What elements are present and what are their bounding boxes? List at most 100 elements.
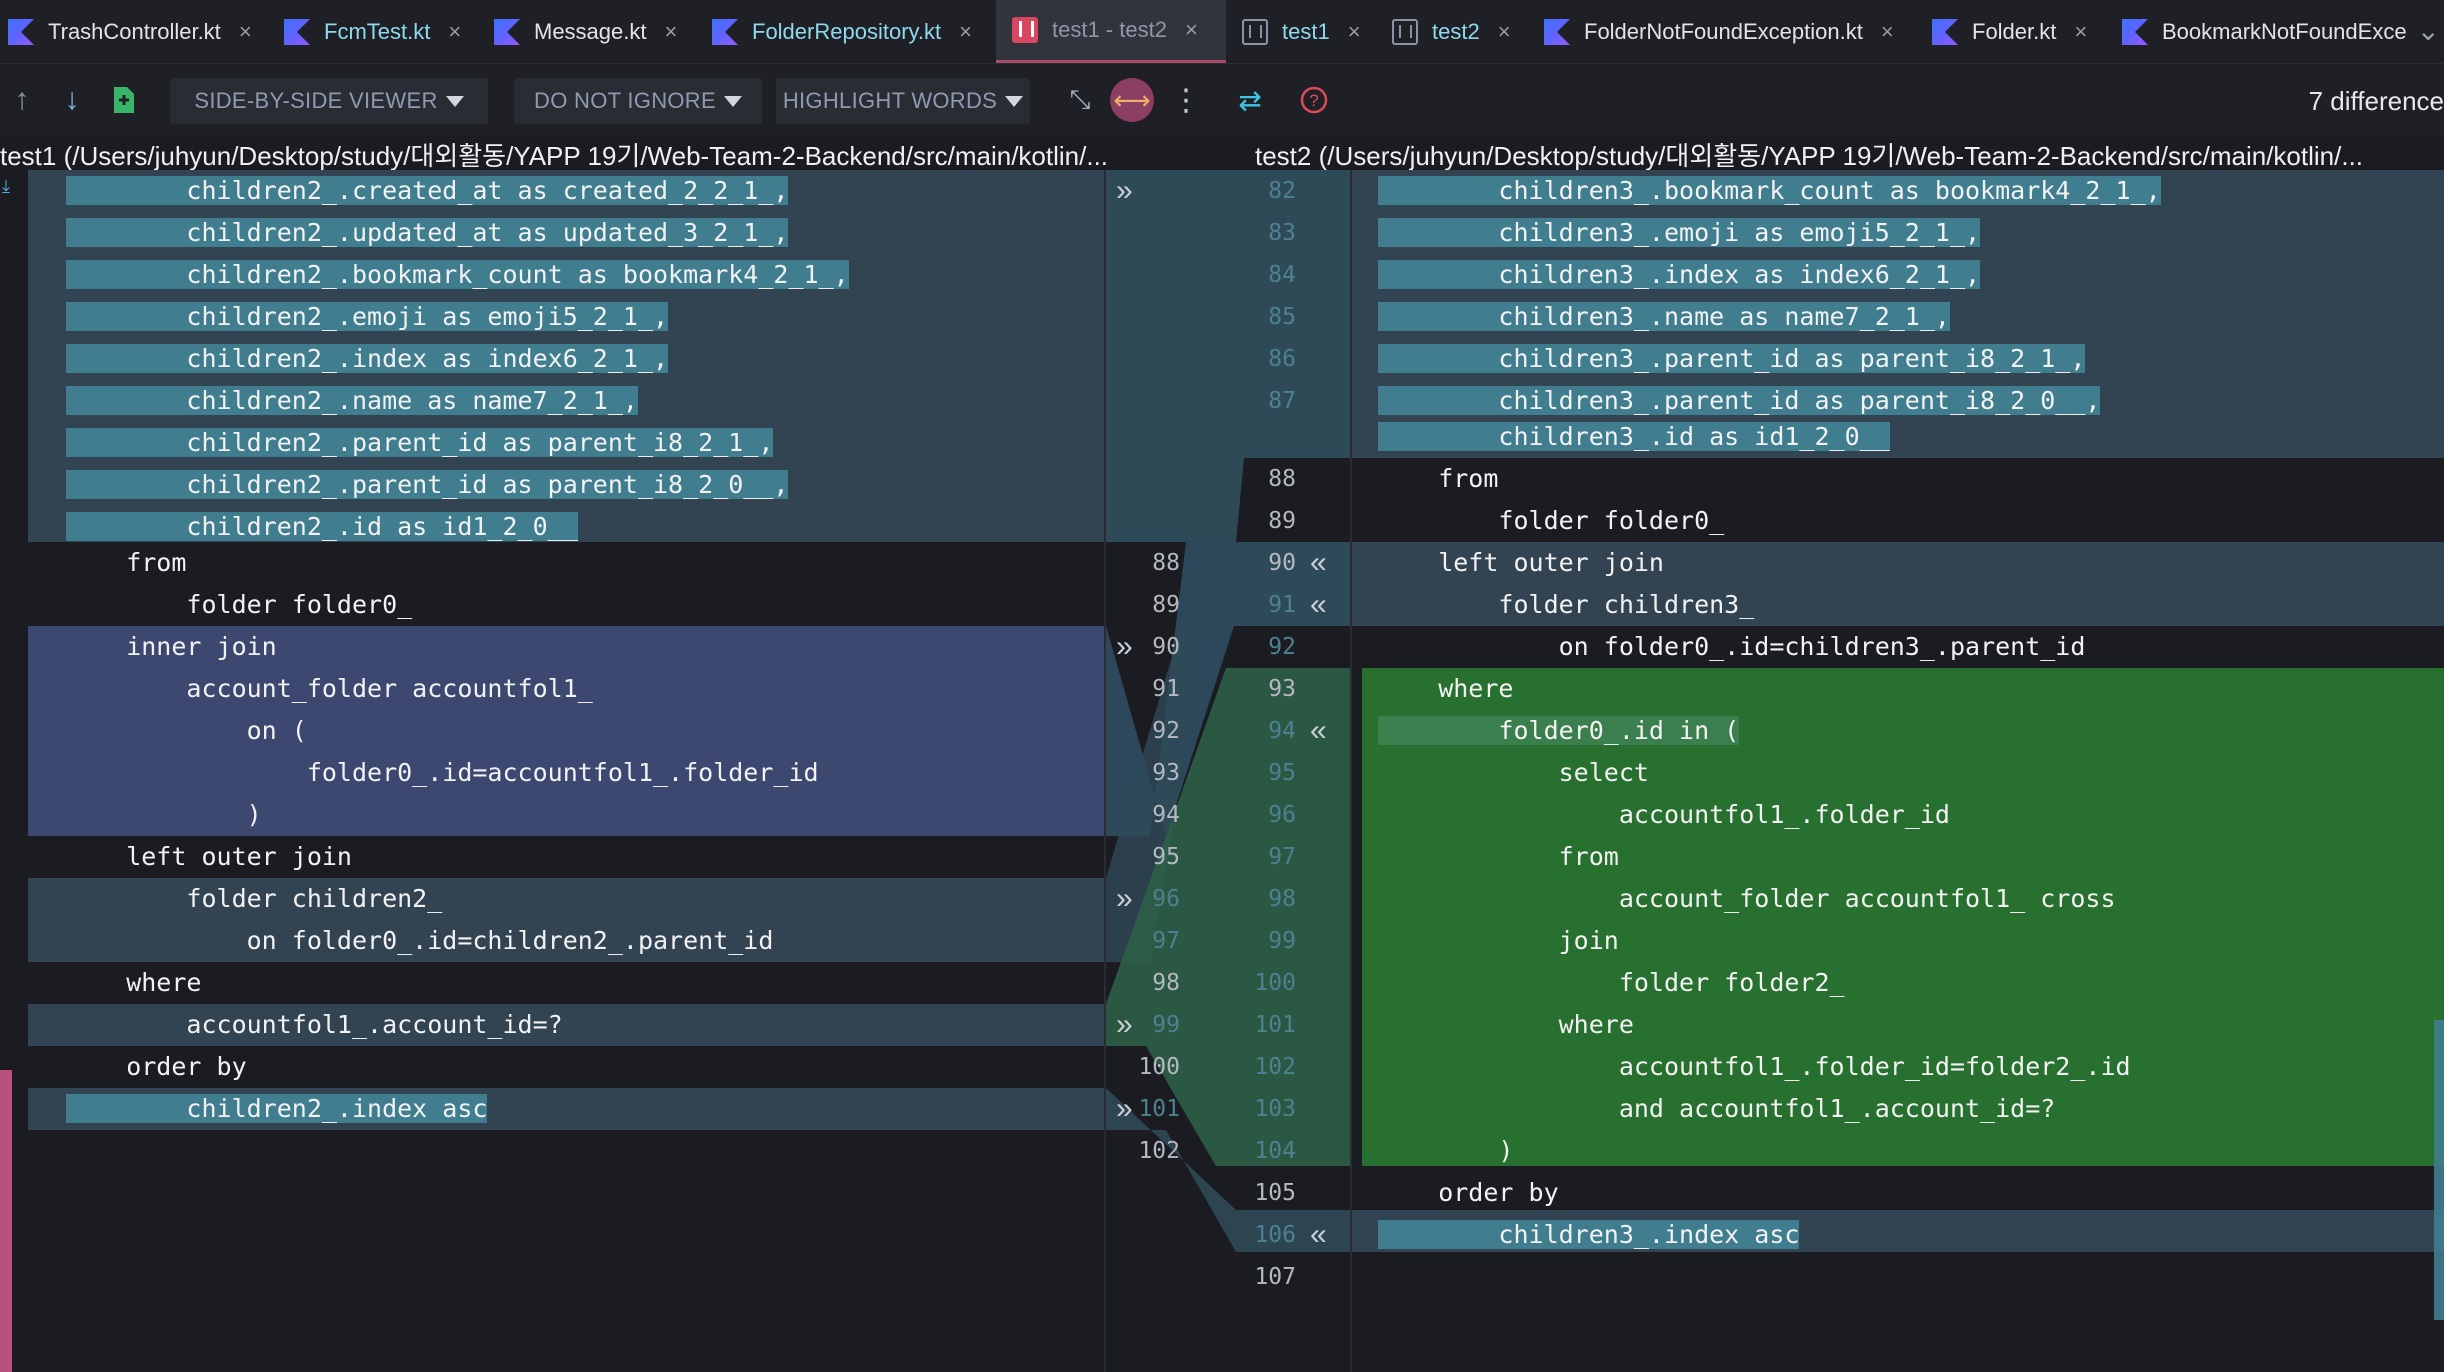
- highlight-mode-dropdown[interactable]: HIGHLIGHT WORDS: [776, 78, 1030, 124]
- code-line: from: [66, 548, 187, 577]
- code-line: ): [66, 800, 262, 829]
- apply-right-arrow-icon[interactable]: »: [1116, 1004, 1133, 1046]
- line-number: 98: [1268, 886, 1296, 912]
- line-number: 86: [1268, 346, 1296, 372]
- more-options-icon[interactable]: ⋮: [1164, 78, 1208, 122]
- line-number: 97: [1268, 844, 1296, 870]
- tab-fcm-test[interactable]: FcmTest.kt ×: [284, 0, 461, 63]
- swap-sides-icon[interactable]: ⇄: [1228, 78, 1272, 122]
- next-difference-icon[interactable]: ↓: [50, 78, 94, 122]
- tab-folder[interactable]: Folder.kt ×: [1932, 0, 2087, 63]
- close-icon[interactable]: ×: [1185, 17, 1198, 43]
- viewer-mode-label: SIDE-BY-SIDE VIEWER: [194, 88, 438, 113]
- line-number: 107: [1254, 1264, 1296, 1290]
- tab-diff-test1-test2[interactable]: test1 - test2 ×: [996, 0, 1226, 63]
- code-line: order by: [66, 1052, 247, 1081]
- right-file-path: test2 (/Users/juhyun/Desktop/study/대외활동/…: [1255, 141, 2364, 170]
- close-icon[interactable]: ×: [1498, 19, 1511, 45]
- apply-right-arrow-icon[interactable]: »: [1116, 1088, 1133, 1130]
- close-icon[interactable]: ×: [665, 19, 678, 45]
- code-line: children2_.index as index6_2_1_,: [66, 344, 669, 373]
- code-line: on folder0_.id=children2_.parent_id: [66, 926, 774, 955]
- editor-tab-bar: TrashController.kt × FcmTest.kt × Messag…: [0, 0, 2444, 64]
- kotlin-file-icon: [2122, 19, 2148, 45]
- jump-to-source-icon[interactable]: [102, 78, 146, 122]
- chevron-down-icon: [445, 95, 464, 107]
- tab-bookmark-not-found-exception[interactable]: BookmarkNotFoundExce: [2122, 0, 2407, 63]
- ignore-mode-dropdown[interactable]: DO NOT IGNORE: [514, 78, 762, 124]
- code-line: children3_.emoji as emoji5_2_1_,: [1378, 218, 1981, 247]
- code-line: children3_.parent_id as parent_i8_2_1_,: [1378, 344, 2086, 373]
- left-file-path: test1 (/Users/juhyun/Desktop/study/대외활동/…: [0, 141, 1109, 170]
- kotlin-file-icon: [284, 19, 310, 45]
- line-number: 88: [1152, 550, 1180, 576]
- code-line: on folder0_.id=children3_.parent_id: [1378, 632, 2086, 661]
- line-number: 84: [1268, 262, 1296, 288]
- line-number: 91: [1268, 592, 1296, 618]
- apply-left-arrow-icon[interactable]: «: [1310, 1214, 1327, 1256]
- line-number: 104: [1254, 1138, 1296, 1164]
- code-line: children2_.bookmark_count as bookmark4_2…: [66, 260, 849, 289]
- tab-test1[interactable]: test1 ×: [1242, 0, 1361, 63]
- tabs-overflow-icon[interactable]: ⌄: [2417, 14, 2440, 47]
- left-scrollbar-marker[interactable]: [0, 1070, 12, 1372]
- code-line: folder folder0_: [1378, 506, 1725, 535]
- apply-left-arrow-icon[interactable]: «: [1310, 710, 1327, 752]
- tab-label: test1 - test2: [1052, 17, 1167, 42]
- tab-message[interactable]: Message.kt ×: [494, 0, 678, 63]
- tab-label: BookmarkNotFoundExce: [2162, 19, 2407, 44]
- code-line: children2_.created_at as created_2_2_1_,: [66, 176, 789, 205]
- line-number: 101: [1254, 1012, 1296, 1038]
- code-line: children2_.emoji as emoji5_2_1_,: [66, 302, 669, 331]
- apply-right-arrow-icon[interactable]: »: [1116, 878, 1133, 920]
- code-line: children3_.index asc: [1378, 1220, 1800, 1249]
- close-icon[interactable]: ×: [2074, 19, 2087, 45]
- sync-scroll-icon[interactable]: ⟷: [1110, 78, 1154, 122]
- code-line: from: [1378, 464, 1499, 493]
- apply-right-arrow-icon[interactable]: »: [1116, 170, 1133, 212]
- line-number: 105: [1254, 1180, 1296, 1206]
- tab-test2[interactable]: test2 ×: [1392, 0, 1511, 63]
- close-icon[interactable]: ×: [239, 19, 252, 45]
- code-line: from: [1378, 842, 1619, 871]
- code-line: left outer join: [1378, 548, 1664, 577]
- svg-text:?: ?: [1309, 91, 1318, 110]
- apply-left-arrow-icon[interactable]: «: [1310, 584, 1327, 626]
- viewer-mode-dropdown[interactable]: SIDE-BY-SIDE VIEWER: [170, 78, 488, 124]
- difference-count: 7 difference: [2308, 86, 2444, 116]
- line-number: 95: [1268, 760, 1296, 786]
- kotlin-file-icon: [1932, 19, 1958, 45]
- line-number: 106: [1254, 1222, 1296, 1248]
- close-icon[interactable]: ×: [1881, 19, 1894, 45]
- collapse-unchanged-icon[interactable]: ⤡: [1058, 78, 1102, 122]
- right-gutter-divider: [1350, 170, 1352, 1372]
- code-line: ): [1378, 1136, 1514, 1165]
- line-number: 92: [1268, 634, 1296, 660]
- tab-folder-not-found-exception[interactable]: FolderNotFoundException.kt ×: [1544, 0, 1894, 63]
- previous-difference-icon[interactable]: ↑: [0, 78, 44, 122]
- line-number: 102: [1138, 1138, 1180, 1164]
- tab-label: FolderNotFoundException.kt: [1584, 19, 1863, 44]
- kotlin-file-icon: [712, 19, 738, 45]
- tab-label: Message.kt: [534, 19, 647, 44]
- close-icon[interactable]: ×: [1348, 19, 1361, 45]
- line-number: 95: [1152, 844, 1180, 870]
- close-icon[interactable]: ×: [959, 19, 972, 45]
- tab-label: test1: [1282, 19, 1330, 44]
- chevron-down-icon: [1005, 95, 1024, 107]
- tab-trash-controller[interactable]: TrashController.kt ×: [8, 0, 252, 63]
- help-icon[interactable]: ?: [1292, 78, 1336, 122]
- tab-folder-repository[interactable]: FolderRepository.kt ×: [712, 0, 972, 63]
- code-line: folder children3_: [1378, 590, 1755, 619]
- line-number: 89: [1152, 592, 1180, 618]
- apply-left-arrow-icon[interactable]: «: [1310, 542, 1327, 584]
- diff-editor: ⤓ children2_.created_at as created_2_2_1…: [0, 170, 2444, 1372]
- right-scrollbar-marker[interactable]: [2434, 1020, 2444, 1320]
- code-line: children2_.updated_at as updated_3_2_1_,: [66, 218, 789, 247]
- apply-right-arrow-icon[interactable]: »: [1116, 626, 1133, 668]
- code-line: account_folder accountfol1_: [66, 674, 593, 703]
- line-number: 92: [1152, 718, 1180, 744]
- line-number: 85: [1268, 304, 1296, 330]
- close-icon[interactable]: ×: [448, 19, 461, 45]
- tab-label: TrashController.kt: [48, 19, 221, 44]
